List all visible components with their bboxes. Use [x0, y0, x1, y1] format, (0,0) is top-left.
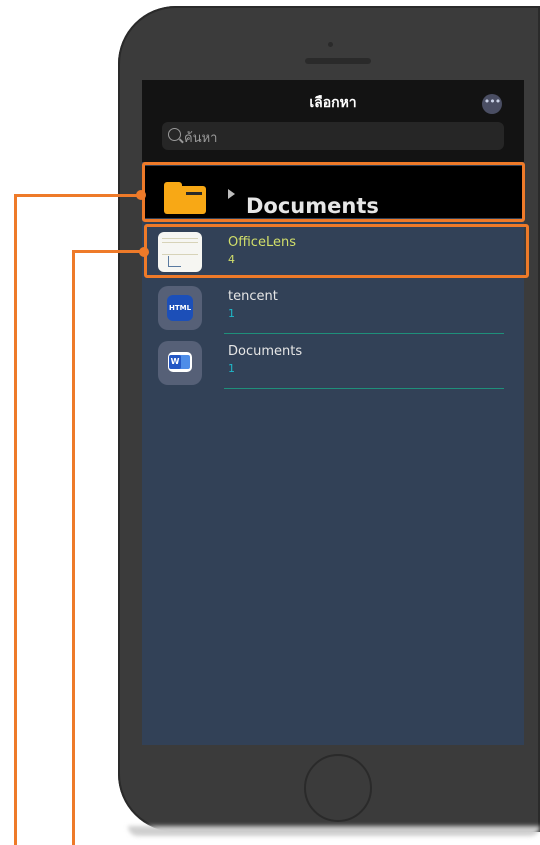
search-bar[interactable]: ค้นหา — [162, 122, 504, 150]
list-item-tencent[interactable]: HTML tencent 1 — [142, 280, 524, 334]
callout-line-folder-h — [14, 194, 143, 197]
list-item-count: 1 — [228, 307, 235, 320]
front-camera — [328, 42, 333, 47]
callout-line-officelens-v — [72, 250, 75, 845]
home-button[interactable] — [304, 754, 372, 822]
nav-bar: เลือกหา ••• ค้นหา — [142, 80, 524, 162]
speaker-grille — [305, 58, 371, 64]
html-badge: HTML — [167, 295, 193, 321]
word-badge: W — [169, 355, 181, 369]
callout-box-officelens — [144, 224, 529, 278]
search-icon — [168, 128, 181, 141]
search-input[interactable]: ค้นหา — [184, 127, 217, 148]
callout-line-folder-v — [14, 194, 17, 845]
list-item-name: Documents — [228, 344, 303, 359]
list-item-documents[interactable]: W Documents 1 — [142, 335, 524, 389]
more-options-button[interactable]: ••• — [482, 94, 502, 114]
callout-box-folder — [142, 162, 525, 222]
list-item-name: tencent — [228, 289, 278, 304]
html-file-icon: HTML — [158, 286, 202, 330]
page-title: เลือกหา — [309, 95, 357, 111]
callout-dot-officelens — [139, 247, 149, 257]
callout-line-officelens-h — [72, 250, 145, 253]
word-document-icon: W — [158, 341, 202, 385]
row-divider — [224, 388, 504, 389]
row-divider — [224, 333, 504, 334]
callout-dot-folder — [136, 190, 146, 200]
phone-shadow — [128, 826, 540, 836]
list-item-count: 1 — [228, 362, 235, 375]
